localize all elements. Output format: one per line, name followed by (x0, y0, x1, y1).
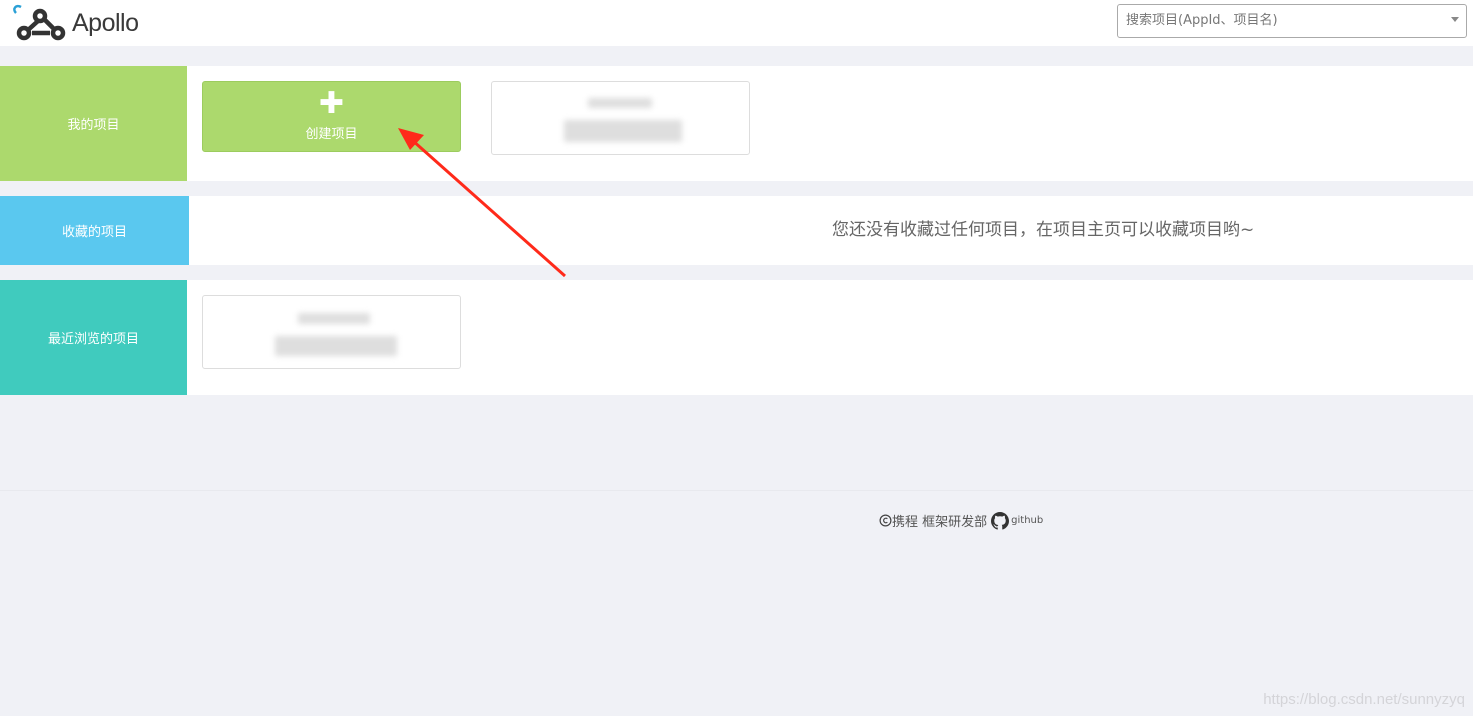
create-project-button[interactable]: ✚ 创建项目 (202, 81, 461, 152)
github-label: github (1011, 515, 1044, 526)
blurred-app-name (275, 336, 397, 356)
footer-credits: 携程 框架研发部 github (879, 511, 1043, 530)
recent-project-card[interactable] (202, 295, 461, 369)
search-placeholder: 搜索项目(AppId、项目名) (1126, 13, 1278, 28)
favorites-empty-message: 您还没有收藏过任何项目，在项目主页可以收藏项目哟~ (832, 220, 1255, 240)
my-projects-label: 我的项目 (0, 66, 187, 181)
apollo-logo-icon (13, 4, 66, 41)
project-card[interactable] (491, 81, 750, 155)
plus-icon: ✚ (318, 86, 345, 121)
top-navbar: Apollo 搜索项目(AppId、项目名) (0, 0, 1473, 46)
github-link[interactable]: github (991, 511, 1044, 530)
watermark: https://blog.csdn.net/sunnyzyq (1263, 691, 1465, 708)
blurred-app-name (564, 120, 682, 142)
apollo-logo[interactable]: Apollo (10, 0, 139, 46)
recent-projects-section: 最近浏览的项目 (0, 280, 1473, 395)
my-projects-section: 我的项目 ✚ 创建项目 (0, 66, 1473, 181)
recent-projects-label: 最近浏览的项目 (0, 280, 187, 395)
copyright-icon (879, 514, 892, 527)
github-icon (991, 511, 1010, 530)
favorite-projects-label: 收藏的项目 (0, 196, 189, 265)
blurred-app-id (588, 98, 652, 108)
chevron-down-icon[interactable] (1451, 17, 1459, 22)
favorite-projects-section: 收藏的项目 您还没有收藏过任何项目，在项目主页可以收藏项目哟~ (0, 196, 1473, 265)
footer: 携程 框架研发部 github https://blog.csdn.net/su… (0, 490, 1473, 716)
app-name: Apollo (72, 8, 139, 37)
project-search-select[interactable]: 搜索项目(AppId、项目名) (1117, 4, 1467, 38)
create-project-label: 创建项目 (305, 127, 358, 142)
blurred-app-id (298, 313, 370, 324)
company-name: 携程 框架研发部 (892, 515, 988, 530)
